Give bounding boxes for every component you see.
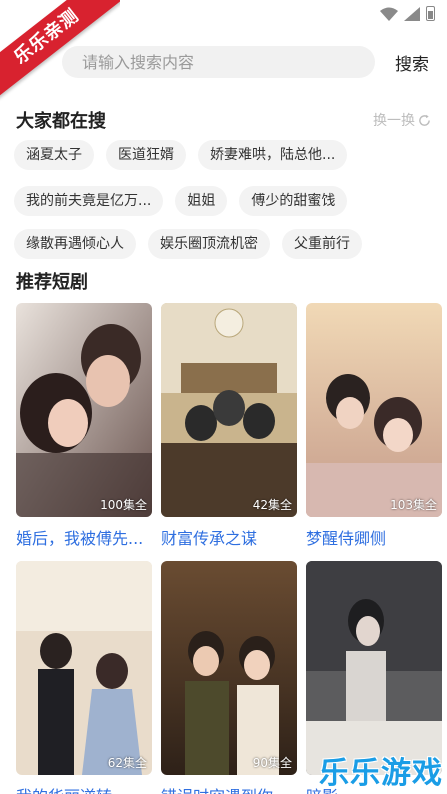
episode-badge: 103集全 (390, 498, 437, 512)
episode-badge: 62集全 (107, 756, 147, 770)
tag-row-2: 我的前夫竟是亿万... 姐姐 傅少的甜蜜饯 (14, 186, 359, 216)
episode-badge: 42集全 (252, 498, 292, 512)
drama-card[interactable]: 100集全 婚后，我被傅先... (16, 303, 152, 549)
drama-card[interactable]: 90集全 错误时空遇到你 (161, 561, 297, 794)
hot-tag[interactable]: 缘散再遇倾心人 (14, 229, 136, 259)
episode-badge: 90集全 (252, 756, 292, 770)
cover-image (161, 303, 297, 517)
episode-badge: 100集全 (100, 498, 147, 512)
recommend-title: 推荐短剧 (16, 272, 88, 293)
hot-tag[interactable]: 父重前行 (282, 229, 362, 259)
drama-cover[interactable]: 90集全 (161, 561, 297, 775)
cover-image (161, 561, 297, 775)
corner-watermark: 乐乐亲测 (0, 0, 120, 120)
hot-tag[interactable]: 涵夏太子 (14, 140, 94, 170)
hot-tag[interactable]: 娇妻难哄，陆总他... (198, 140, 348, 170)
cover-image (306, 561, 442, 775)
tag-row-1: 涵夏太子 医道狂婿 娇妻难哄，陆总他... (14, 140, 359, 170)
hot-tag[interactable]: 姐姐 (175, 186, 228, 216)
battery-icon (426, 6, 435, 21)
wifi-icon (380, 7, 398, 21)
drama-card[interactable]: 42集全 财富传承之谋 (161, 303, 297, 549)
drama-cover[interactable]: 103集全 (306, 303, 442, 517)
drama-title[interactable]: 婚后，我被傅先... (16, 525, 152, 549)
drama-title[interactable]: 财富传承之谋 (161, 525, 297, 549)
hot-tag[interactable]: 娱乐圈顶流机密 (148, 229, 270, 259)
hot-tag[interactable]: 医道狂婿 (106, 140, 186, 170)
refresh-label: 换一换 (373, 113, 415, 129)
drama-title[interactable]: 我的华丽逆转 (16, 783, 152, 794)
bottom-watermark: 乐乐游戏 (319, 756, 443, 791)
cover-image (16, 561, 152, 775)
refresh-icon (419, 114, 430, 126)
hot-tag[interactable]: 傅少的甜蜜饯 (239, 186, 348, 216)
drama-cover[interactable] (306, 561, 442, 775)
corner-watermark-label: 乐乐亲测 (0, 0, 120, 103)
drama-card[interactable]: 62集全 我的华丽逆转 (16, 561, 152, 794)
search-button[interactable]: 搜索 (395, 50, 429, 75)
hot-tag[interactable]: 我的前夫竟是亿万... (14, 186, 164, 216)
drama-cover[interactable]: 42集全 (161, 303, 297, 517)
drama-cover[interactable]: 62集全 (16, 561, 152, 775)
signal-icon (404, 6, 420, 21)
drama-card[interactable]: 103集全 梦醒侍卿侧 (306, 303, 442, 549)
drama-title[interactable]: 梦醒侍卿侧 (306, 525, 442, 549)
status-icons (380, 6, 435, 21)
cover-image (306, 303, 442, 517)
tag-row-3: 缘散再遇倾心人 娱乐圈顶流机密 父重前行 (14, 229, 374, 259)
cover-image (16, 303, 152, 517)
drama-title[interactable]: 错误时空遇到你 (161, 783, 297, 794)
drama-cover[interactable]: 100集全 (16, 303, 152, 517)
refresh-button[interactable]: 换一换 (373, 110, 431, 130)
